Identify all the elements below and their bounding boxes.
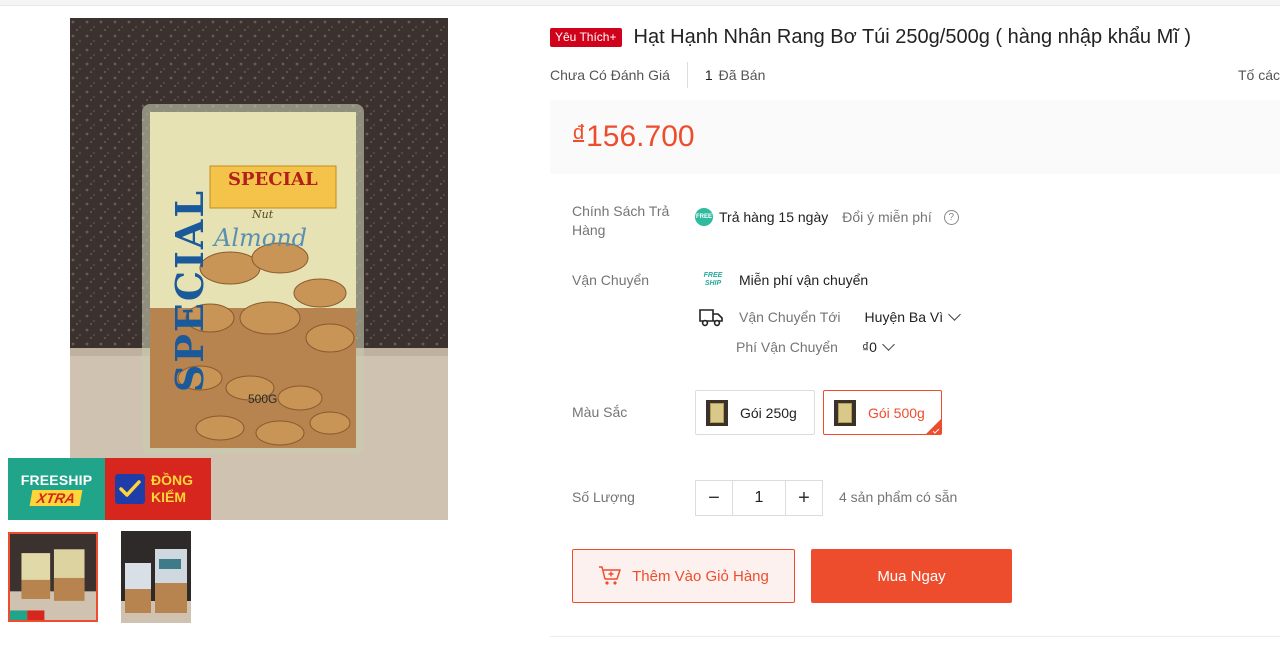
package-product-text: Almond <box>214 224 308 252</box>
quantity-increase-button[interactable]: + <box>786 481 822 515</box>
freeship-badge-bottom: XTRA <box>30 490 83 506</box>
sold-label: Đã Bán <box>718 67 766 83</box>
free-shipping-text: Miễn phí vận chuyển <box>739 272 869 288</box>
no-rating-text[interactable]: Chưa Có Đánh Giá <box>550 67 670 83</box>
freeship-icon-bottom: SHIP <box>704 280 722 287</box>
product-title: Hạt Hạnh Nhân Rang Bơ Túi 250g/500g ( hà… <box>633 25 1192 48</box>
image-left-margin <box>8 18 70 476</box>
thumbnail-2[interactable] <box>121 531 191 623</box>
freeship-xtra-badge: FREESHIP XTRA <box>8 458 105 520</box>
variant-label: Gói 250g <box>740 404 797 421</box>
chevron-down-icon[interactable] <box>948 308 962 321</box>
variant-option-500g[interactable]: Gói 500g <box>823 390 942 435</box>
price-panel: đ 156.700 <box>550 100 1280 174</box>
variant-thumbnail <box>706 399 728 426</box>
stock-text: 4 sản phẩm có sẵn <box>839 489 958 505</box>
ship-to-row[interactable]: Vận Chuyển Tới Huyện Ba Vì <box>699 307 962 327</box>
price-currency: đ <box>573 121 585 144</box>
main-product-image[interactable]: SPECIAL Nut Almond 500G SPECIAL <box>8 18 448 520</box>
shipping-label: Vận Chuyển <box>572 272 650 288</box>
package-weight-text: 500G <box>248 392 278 406</box>
dong-kiem-line1: ĐỒNG <box>151 472 193 488</box>
free-shipping-row: FREE SHIP Miễn phí vận chuyển <box>699 271 869 289</box>
return-days-text: Trả hàng 15 ngày <box>719 209 829 225</box>
package-brand-text: SPECIAL <box>228 169 318 190</box>
freeship-icon: FREE SHIP <box>699 271 727 289</box>
ship-fee-value[interactable]: ₫0 <box>862 339 877 355</box>
return-policy-row: FREE Trả hàng 15 ngày Đổi ý miễn phí ? <box>695 208 959 226</box>
quantity-input[interactable]: 1 <box>732 481 786 515</box>
variant-thumbnail <box>834 399 856 426</box>
bottom-divider <box>550 636 1280 637</box>
rating-divider <box>686 62 688 88</box>
add-to-cart-label: Thêm Vào Giỏ Hàng <box>632 567 769 585</box>
product-title-row: Yêu Thích+ Hạt Hạnh Nhân Rang Bơ Túi 250… <box>550 22 1280 52</box>
free-return-icon: FREE <box>695 208 713 226</box>
quantity-label: Số Lượng <box>572 489 635 505</box>
return-policy-label: Chính Sách Trả Hàng <box>572 203 670 238</box>
variant-label: Gói 500g <box>868 404 925 421</box>
top-divider <box>0 0 1280 6</box>
ship-to-label: Vận Chuyển Tới <box>739 309 841 325</box>
change-mind-text: Đổi ý miễn phí <box>842 209 932 225</box>
buy-now-label: Mua Ngay <box>877 567 946 585</box>
thumbnail-1[interactable] <box>8 532 98 622</box>
checkmark-icon <box>115 474 145 504</box>
ship-fee-label: Phí Vận Chuyển <box>736 339 838 355</box>
ship-to-value[interactable]: Huyện Ba Vì <box>865 309 944 325</box>
add-to-cart-button[interactable]: Thêm Vào Giỏ Hàng <box>572 549 795 603</box>
freeship-icon-top: FREE <box>703 272 723 279</box>
ship-fee-row[interactable]: Phí Vận Chuyển ₫0 <box>736 338 895 355</box>
price-value: 156.700 <box>586 120 695 153</box>
dong-kiem-line2: KIỂM <box>151 489 186 505</box>
sold-count: 1 <box>704 67 713 83</box>
dong-kiem-badge: ĐỒNG KIỂM <box>105 458 211 520</box>
truck-icon <box>699 307 727 327</box>
package-sub-text: Nut <box>252 208 274 221</box>
quantity-decrease-button[interactable]: − <box>696 481 732 515</box>
help-icon[interactable]: ? <box>943 209 959 225</box>
product-photo <box>70 18 448 520</box>
cart-icon <box>599 566 621 585</box>
color-label: Màu Sắc <box>572 404 628 420</box>
buy-now-button[interactable]: Mua Ngay <box>811 549 1012 603</box>
rating-row: Chưa Có Đánh Giá 1 Đã Bán Tố các <box>550 62 1280 88</box>
favorite-plus-badge: Yêu Thích+ <box>550 27 622 47</box>
freeship-badge-top: FREESHIP <box>20 472 93 488</box>
package-side-text: SPECIAL <box>167 188 213 393</box>
report-link[interactable]: Tố các <box>1238 67 1280 83</box>
variant-option-250g[interactable]: Gói 250g <box>695 390 815 435</box>
chevron-down-icon[interactable] <box>882 338 895 351</box>
quantity-stepper: − 1 + <box>695 480 823 516</box>
